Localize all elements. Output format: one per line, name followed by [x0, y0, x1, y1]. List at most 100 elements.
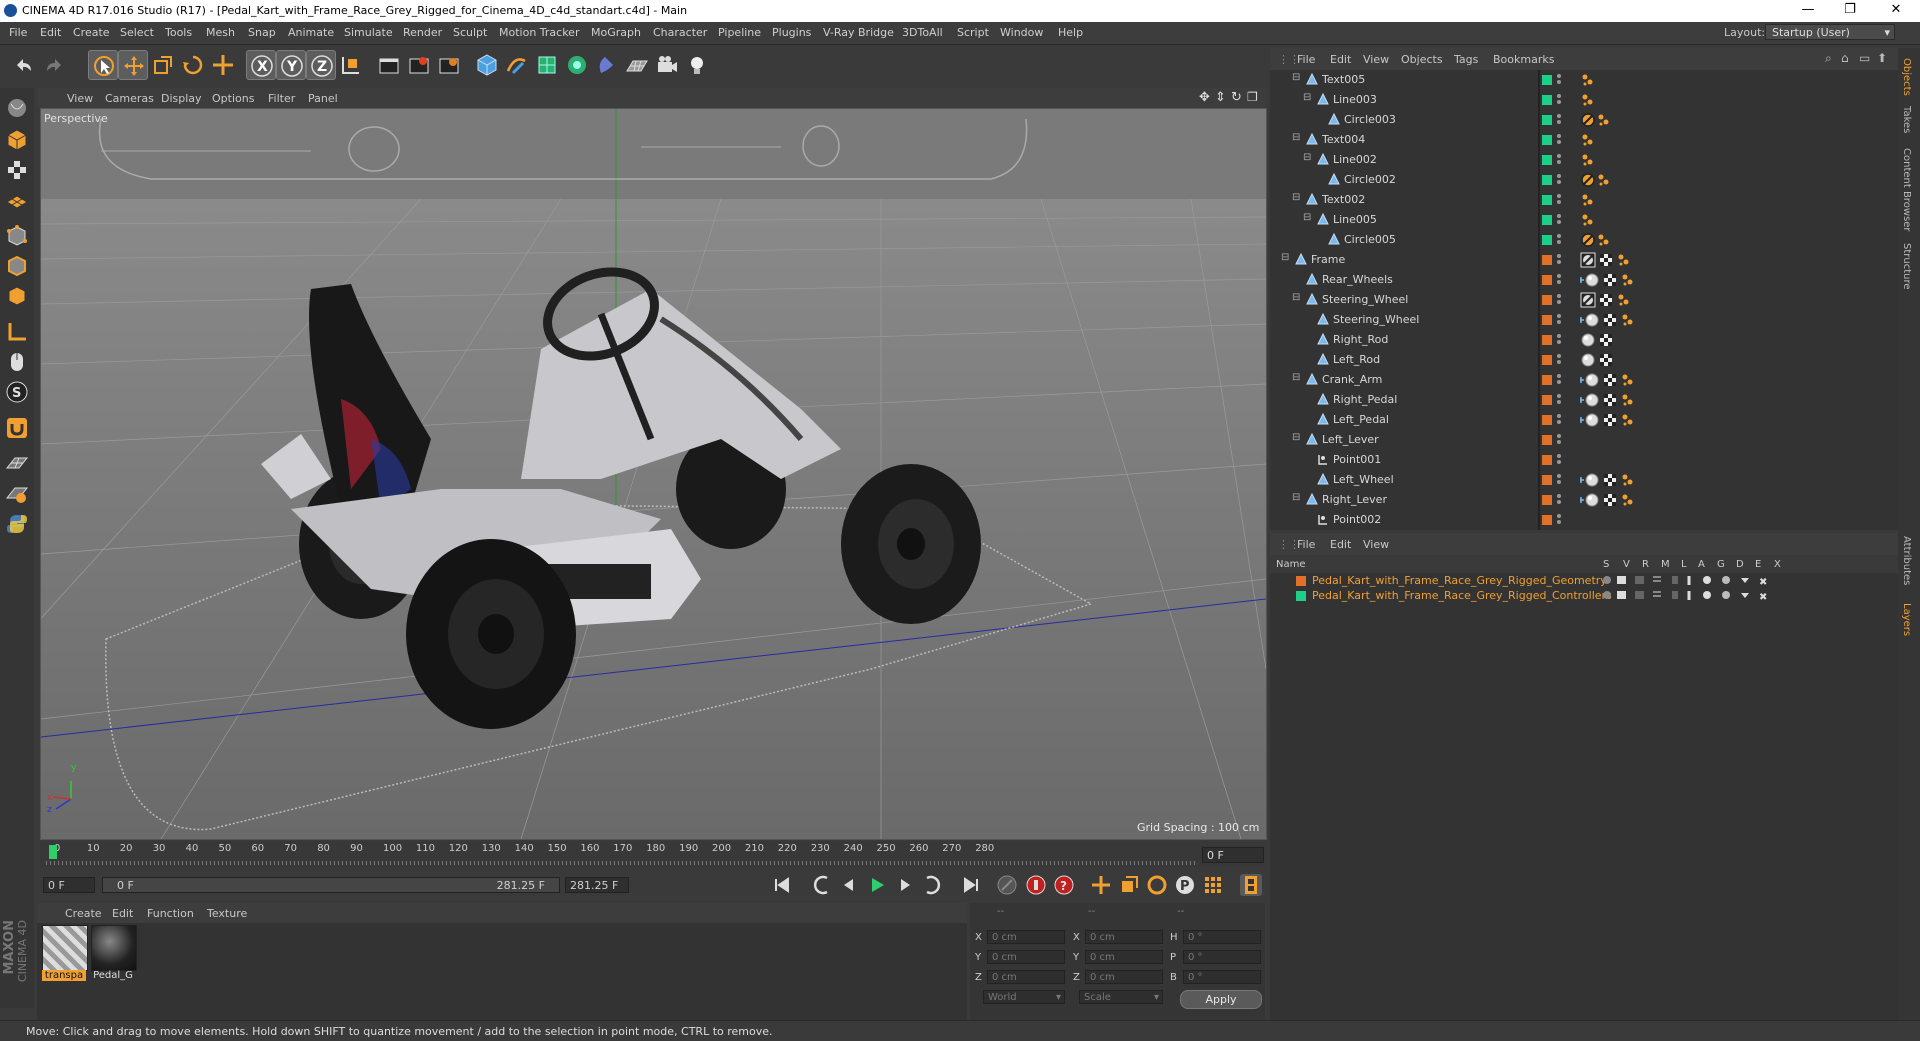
object-name[interactable]: Line003 — [1333, 93, 1377, 106]
world-coordinates-button[interactable] — [336, 50, 366, 80]
menu-snap[interactable]: Snap — [248, 26, 276, 39]
object-row[interactable]: ⊟ Right_Lever — [1270, 490, 1898, 510]
object-tags[interactable] — [1580, 112, 1670, 128]
visibility-dots-icon[interactable] — [1556, 192, 1562, 206]
menu-mesh[interactable]: Mesh — [206, 26, 235, 39]
visibility-dots-icon[interactable] — [1556, 412, 1562, 426]
visibility-dots-icon[interactable] — [1556, 452, 1562, 466]
size-x-field[interactable]: 0 cm — [1085, 930, 1163, 944]
polygons-mode-button[interactable] — [3, 282, 31, 310]
menu-sculpt[interactable]: Sculpt — [453, 26, 487, 39]
recent-tools-button[interactable] — [208, 50, 238, 80]
object-name[interactable]: Left_Wheel — [1333, 473, 1394, 486]
object-name[interactable]: Right_Pedal — [1333, 393, 1397, 406]
object-row[interactable]: ⊟ Steering_Wheel — [1270, 290, 1898, 310]
pen-spline-button[interactable] — [502, 50, 532, 80]
object-name[interactable]: Circle003 — [1344, 113, 1396, 126]
coordinate-mode-select[interactable]: World ▾ — [983, 990, 1065, 1004]
render-view-button[interactable] — [374, 50, 404, 80]
object-tags[interactable] — [1580, 412, 1670, 428]
expand-toggle-icon[interactable]: ⊟ — [1292, 372, 1300, 383]
layer-color-indicator[interactable] — [1542, 355, 1552, 365]
layer-color-indicator[interactable] — [1542, 275, 1552, 285]
expand-toggle-icon[interactable]: ⊟ — [1303, 152, 1311, 163]
snap-button[interactable]: S — [3, 378, 31, 406]
key-parameter-button[interactable]: P — [1174, 874, 1196, 896]
scale-tool-button[interactable] — [148, 50, 178, 80]
viewport-zoom-icon[interactable]: ⇕ — [1215, 90, 1226, 105]
layer-color-indicator[interactable] — [1542, 215, 1552, 225]
menu-character[interactable]: Character — [653, 26, 707, 39]
layer-col-animation[interactable]: A — [1698, 559, 1705, 570]
material-label-pedal[interactable]: Pedal_G — [91, 970, 135, 981]
menu-mograph[interactable]: MoGraph — [591, 26, 641, 39]
visibility-dots-icon[interactable] — [1556, 292, 1562, 306]
object-tags[interactable] — [1580, 472, 1670, 488]
size-z-field[interactable]: 0 cm — [1085, 970, 1163, 984]
om-menu-objects[interactable]: Objects — [1401, 53, 1443, 66]
position-y-field[interactable]: 0 cm — [987, 950, 1065, 964]
visibility-dots-icon[interactable] — [1556, 252, 1562, 266]
layer-color-indicator[interactable] — [1542, 135, 1552, 145]
layer-row-geometry[interactable]: Pedal_Kart_with_Frame_Race_Grey_Rigged_G… — [1270, 573, 1898, 588]
live-selection-button[interactable] — [88, 50, 118, 80]
object-name[interactable]: Point001 — [1333, 453, 1381, 466]
current-frame-field[interactable]: 0 F — [1202, 847, 1264, 863]
layout-select[interactable]: Startup (User) ▾ — [1765, 24, 1895, 40]
next-key-button[interactable] — [921, 874, 943, 896]
tab-takes[interactable]: Takes — [1901, 106, 1912, 133]
om-menu-tags[interactable]: Tags — [1454, 53, 1478, 66]
visibility-dots-icon[interactable] — [1556, 392, 1562, 406]
object-name[interactable]: Left_Pedal — [1333, 413, 1389, 426]
object-row[interactable]: Left_Rod — [1270, 350, 1898, 370]
layer-color-indicator[interactable] — [1542, 95, 1552, 105]
layer-col-deformers[interactable]: D — [1736, 559, 1744, 570]
light-button[interactable] — [682, 50, 712, 80]
layer-color-indicator[interactable] — [1542, 75, 1552, 85]
minimize-button[interactable]: — — [1788, 2, 1828, 17]
visibility-dots-icon[interactable] — [1556, 132, 1562, 146]
position-x-field[interactable]: 0 cm — [987, 930, 1065, 944]
layer-color-indicator[interactable] — [1542, 335, 1552, 345]
lm-menu-view[interactable]: View — [1363, 538, 1389, 551]
object-name[interactable]: Point002 — [1333, 513, 1381, 526]
object-tags[interactable] — [1580, 392, 1670, 408]
menu-edit[interactable]: Edit — [40, 26, 61, 39]
material-label-transparent[interactable]: transpa — [42, 970, 86, 981]
expand-toggle-icon[interactable]: ⊟ — [1292, 132, 1300, 143]
layer-color-swatch[interactable] — [1296, 576, 1306, 586]
lm-menu-file[interactable]: File — [1297, 538, 1315, 551]
model-mode-button[interactable] — [3, 126, 31, 154]
tab-content-browser[interactable]: Content Browser — [1901, 148, 1912, 231]
expand-toggle-icon[interactable]: ⊟ — [1292, 192, 1300, 203]
object-row[interactable]: ⊟ Text004 — [1270, 130, 1898, 150]
object-tags[interactable] — [1580, 352, 1670, 368]
om-menu-bookmarks[interactable]: Bookmarks — [1493, 53, 1554, 66]
rotation-b-field[interactable]: 0 ° — [1183, 970, 1261, 984]
tweak-mode-button[interactable] — [3, 348, 31, 376]
edges-mode-button[interactable] — [3, 252, 31, 280]
tab-structure[interactable]: Structure — [1901, 243, 1912, 290]
layer-col-locked[interactable]: L — [1681, 559, 1687, 570]
play-forward-button[interactable] — [866, 874, 888, 896]
visibility-dots-icon[interactable] — [1556, 332, 1562, 346]
material-menu-create[interactable]: Create — [65, 907, 102, 920]
layer-color-indicator[interactable] — [1542, 315, 1552, 325]
layer-col-solo[interactable]: S — [1603, 559, 1609, 570]
viewport-menu-panel[interactable]: Panel — [308, 92, 338, 105]
size-y-field[interactable]: 0 cm — [1085, 950, 1163, 964]
object-name[interactable]: Text005 — [1322, 73, 1365, 86]
layer-color-indicator[interactable] — [1542, 295, 1552, 305]
keyframe-selection-button[interactable] — [996, 874, 1018, 896]
layer-color-indicator[interactable] — [1542, 455, 1552, 465]
expand-toggle-icon[interactable]: ⊟ — [1303, 92, 1311, 103]
viewport-menu-filter[interactable]: Filter — [268, 92, 295, 105]
viewport-navigate-icon[interactable]: ✥ — [1199, 90, 1210, 105]
object-tags[interactable] — [1580, 452, 1670, 468]
expand-toggle-icon[interactable]: ⊟ — [1292, 492, 1300, 503]
layer-toggle-icons[interactable]: ✖ — [1601, 574, 1791, 587]
array-button[interactable] — [562, 50, 592, 80]
material-menu-function[interactable]: Function — [147, 907, 194, 920]
object-row[interactable]: Circle002 — [1270, 170, 1898, 190]
object-row[interactable]: Circle005 — [1270, 230, 1898, 250]
